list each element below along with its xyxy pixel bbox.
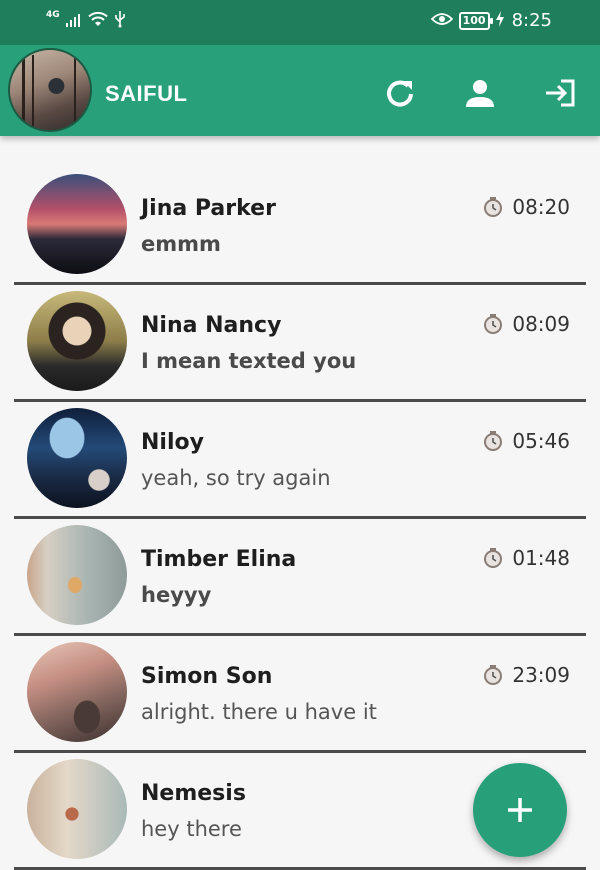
message-time: 01:48	[482, 546, 570, 570]
profile-avatar[interactable]	[8, 48, 92, 132]
clock-icon	[482, 196, 504, 218]
chat-item[interactable]: Timber Elina heyyy 01:48	[14, 519, 586, 636]
chat-item[interactable]: Jina Parker emmm 08:20	[14, 168, 586, 285]
time-text: 05:46	[512, 429, 570, 453]
contact-name: Jina Parker	[141, 196, 276, 221]
app-bar: SAIFUL	[0, 45, 600, 136]
time-text: 23:09	[512, 663, 570, 687]
contact-avatar	[27, 642, 127, 742]
contact-name: Timber Elina	[141, 547, 297, 572]
logout-icon	[546, 79, 575, 107]
contact-name: Simon Son	[141, 664, 273, 689]
time-text: 08:09	[512, 312, 570, 336]
last-message: yeah, so try again	[141, 466, 331, 490]
message-time: 05:46	[482, 429, 570, 453]
new-chat-button[interactable]	[473, 763, 567, 857]
refresh-button[interactable]	[380, 73, 420, 113]
contact-name: Nemesis	[141, 781, 246, 806]
contact-name: Nina Nancy	[141, 313, 282, 338]
wifi-icon	[87, 11, 108, 31]
last-message: I mean texted you	[141, 349, 357, 373]
message-time: 08:20	[482, 195, 570, 219]
time-text: 08:20	[512, 195, 570, 219]
battery-indicator: 100	[458, 11, 493, 30]
signal-icon	[65, 12, 82, 31]
charging-icon	[495, 10, 504, 31]
profile-button[interactable]	[460, 73, 500, 113]
status-bar: 4G 100 8:25	[0, 0, 600, 45]
user-name: SAIFUL	[105, 81, 188, 106]
last-message: alright. there u have it	[141, 700, 377, 724]
person-icon	[466, 80, 494, 107]
contact-name: Niloy	[141, 430, 204, 455]
last-message: hey there	[141, 817, 242, 841]
status-time: 8:25	[511, 10, 552, 31]
clock-icon	[482, 547, 504, 569]
message-time: 23:09	[482, 663, 570, 687]
contact-avatar	[27, 291, 127, 391]
status-right: 100 8:25	[430, 10, 552, 31]
time-text: 01:48	[512, 546, 570, 570]
clock-icon	[482, 313, 504, 335]
clock-icon	[482, 430, 504, 452]
usb-icon	[114, 10, 126, 32]
contact-avatar	[27, 759, 127, 859]
last-message: heyyy	[141, 583, 212, 607]
plus-icon	[508, 798, 532, 822]
status-left: 4G	[46, 10, 126, 32]
contact-avatar	[27, 174, 127, 274]
network-type: 4G	[46, 10, 60, 20]
logout-button[interactable]	[540, 73, 580, 113]
contact-avatar	[27, 408, 127, 508]
contact-avatar	[27, 525, 127, 625]
eye-icon	[430, 11, 453, 30]
last-message: emmm	[141, 232, 221, 256]
chat-item[interactable]: Niloy yeah, so try again 05:46	[14, 402, 586, 519]
clock-icon	[482, 664, 504, 686]
message-time: 08:09	[482, 312, 570, 336]
refresh-icon	[387, 80, 413, 107]
chat-item[interactable]: Nina Nancy I mean texted you 08:09	[14, 285, 586, 402]
chat-item[interactable]: Simon Son alright. there u have it 23:09	[14, 636, 586, 753]
